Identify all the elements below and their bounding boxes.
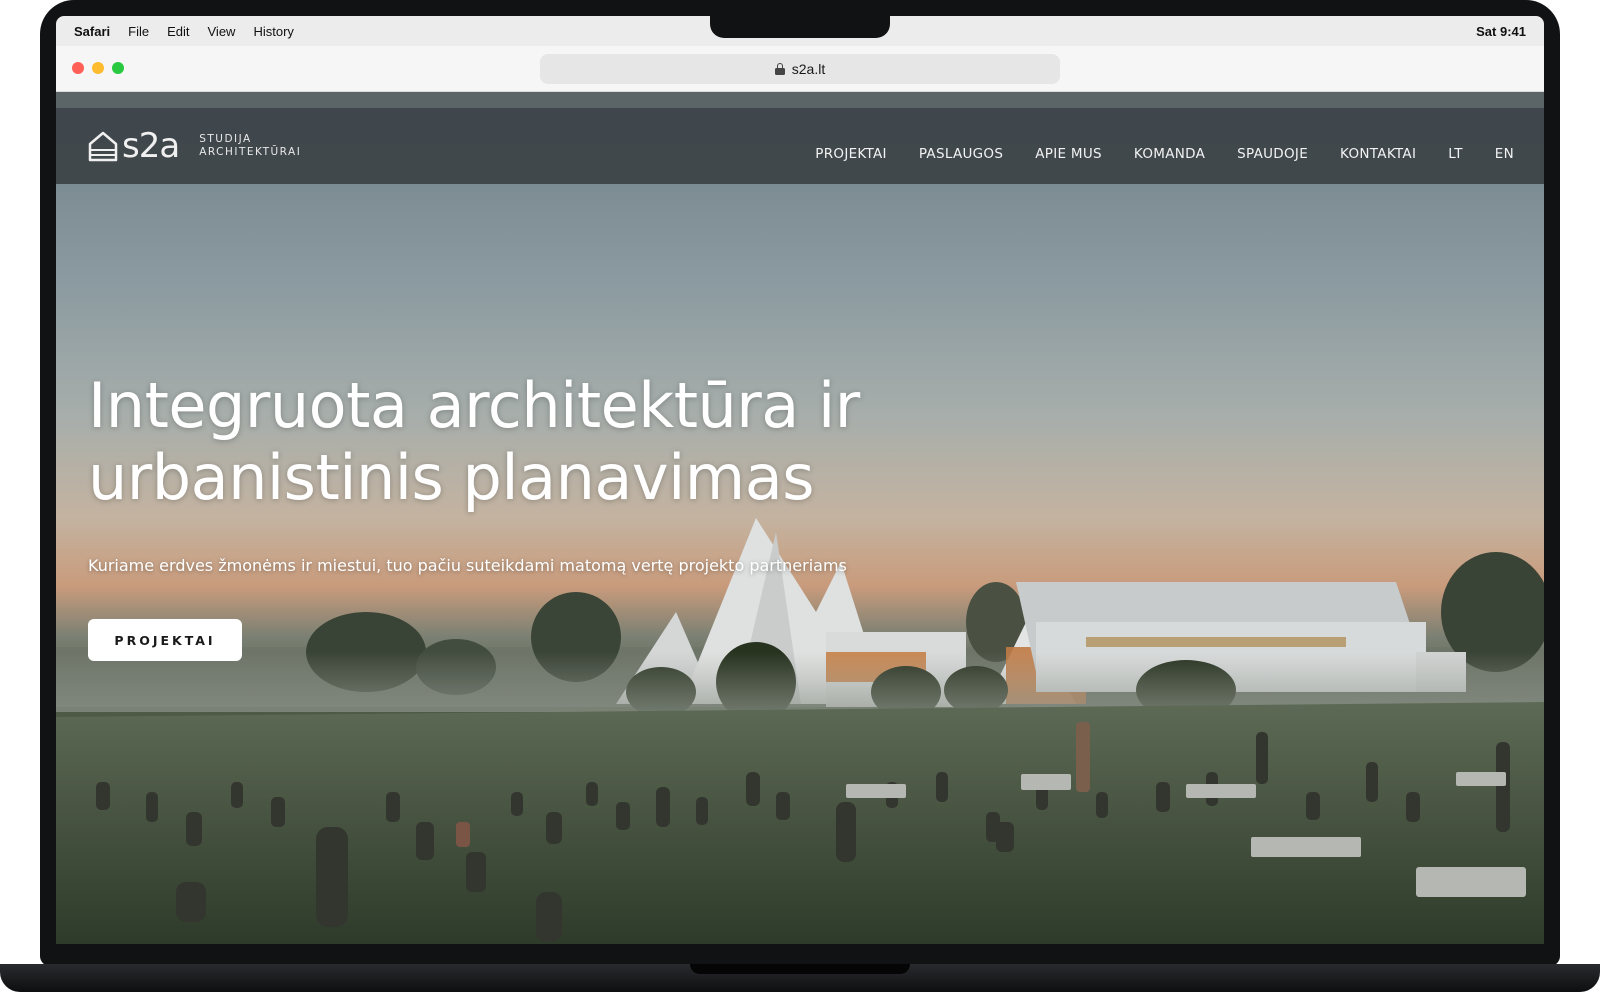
menu-app-safari[interactable]: Safari: [74, 24, 110, 39]
address-url: s2a.lt: [791, 61, 826, 77]
hero-title-line2: urbanistinis planavimas: [88, 441, 815, 514]
web-viewport: s2a STUDIJA ARCHITEKTŪRAI PROJEKTAI PASL…: [56, 92, 1544, 944]
site-logo[interactable]: s2a STUDIJA ARCHITEKTŪRAI: [88, 126, 301, 166]
nav-item-projektai[interactable]: PROJEKTAI: [815, 146, 887, 162]
hero-title-line1: Integruota architektūra ir: [88, 369, 860, 442]
browser-toolbar: s2a.lt: [56, 46, 1544, 92]
nav-item-paslaugos[interactable]: PASLAUGOS: [919, 146, 1003, 162]
logo-tagline-line1: STUDIJA: [199, 133, 252, 145]
camera-notch: [710, 16, 890, 38]
address-bar[interactable]: s2a.lt: [540, 54, 1060, 84]
logo-tagline-line2: ARCHITEKTŪRAI: [199, 146, 302, 158]
nav-item-komanda[interactable]: KOMANDA: [1134, 146, 1205, 162]
menu-edit[interactable]: Edit: [167, 24, 189, 39]
menu-history[interactable]: History: [253, 24, 293, 39]
hero-subtitle: Kuriame erdves žmonėms ir miestui, tuo p…: [88, 556, 847, 575]
lang-lt[interactable]: LT: [1448, 146, 1463, 162]
hero-title: Integruota architektūra ir urbanistinis …: [88, 370, 988, 514]
close-window-button[interactable]: [72, 62, 84, 74]
laptop-base-notch: [690, 964, 910, 974]
nav-item-kontaktai[interactable]: KONTAKTAI: [1340, 146, 1416, 162]
menu-view[interactable]: View: [208, 24, 236, 39]
main-nav: PROJEKTAI PASLAUGOS APIE MUS KOMANDA SPA…: [783, 146, 1514, 162]
lock-icon: [774, 63, 785, 75]
lang-en[interactable]: EN: [1495, 146, 1514, 162]
nav-item-spaudoje[interactable]: SPAUDOJE: [1237, 146, 1308, 162]
screen: Safari File Edit View History Sat 9:41 s…: [56, 16, 1544, 944]
logo-wordmark: s2a: [122, 126, 180, 166]
nav-item-apie-mus[interactable]: APIE MUS: [1035, 146, 1102, 162]
site-header: s2a STUDIJA ARCHITEKTŪRAI PROJEKTAI PASL…: [56, 108, 1544, 184]
zoom-window-button[interactable]: [112, 62, 124, 74]
menubar-clock[interactable]: Sat 9:41: [1476, 24, 1526, 39]
hero-background-scene: [56, 518, 1544, 944]
logo-tagline: STUDIJA ARCHITEKTŪRAI: [199, 133, 301, 159]
projektai-button[interactable]: PROJEKTAI: [88, 619, 242, 661]
minimize-window-button[interactable]: [92, 62, 104, 74]
house-logo-icon: [88, 130, 118, 162]
menu-file[interactable]: File: [128, 24, 149, 39]
